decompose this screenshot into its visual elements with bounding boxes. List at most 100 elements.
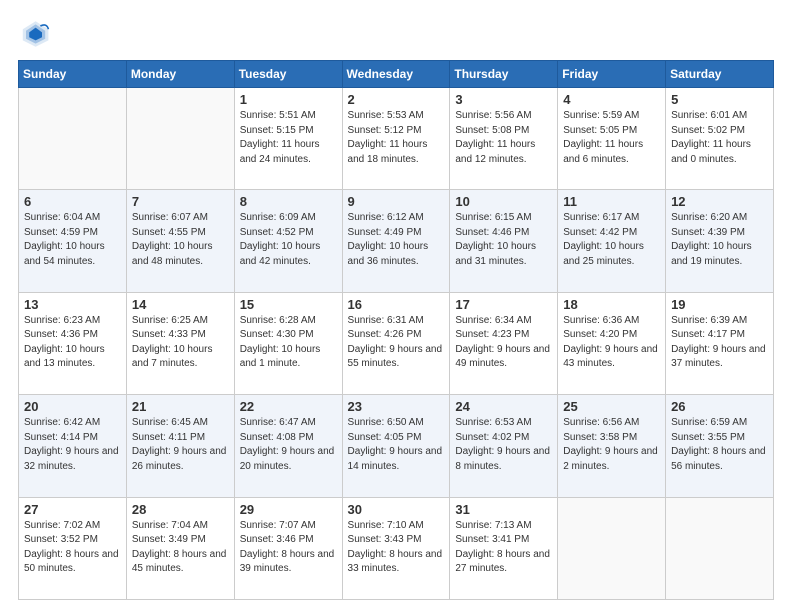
day-number: 28 (132, 502, 229, 517)
day-number: 5 (671, 92, 768, 107)
calendar-cell: 31 Sunrise: 7:13 AMSunset: 3:41 PMDayligh… (450, 497, 558, 599)
day-info: Sunrise: 6:59 AMSunset: 3:55 PMDaylight:… (671, 416, 768, 474)
weekday-header-monday: Monday (126, 61, 234, 88)
calendar-cell: 17 Sunrise: 6:34 AMSunset: 4:23 PMDayligh… (450, 292, 558, 394)
day-number: 26 (671, 399, 768, 414)
calendar-cell: 21 Sunrise: 6:45 AMSunset: 4:11 PMDayligh… (126, 395, 234, 497)
day-info: Sunrise: 5:51 AMSunset: 5:15 PMDaylight:… (240, 109, 337, 167)
day-info: Sunrise: 6:50 AMSunset: 4:05 PMDaylight:… (348, 416, 445, 474)
day-info: Sunrise: 6:28 AMSunset: 4:30 PMDaylight:… (240, 314, 337, 372)
day-number: 25 (563, 399, 660, 414)
day-info: Sunrise: 6:34 AMSunset: 4:23 PMDaylight:… (455, 314, 552, 372)
day-number: 14 (132, 297, 229, 312)
calendar-cell: 22 Sunrise: 6:47 AMSunset: 4:08 PMDayligh… (234, 395, 342, 497)
week-row-5: 27Sunrise: 7:02 AMSunset: 3:52 PMDayligh… (19, 497, 774, 599)
day-info: Sunrise: 6:15 AMSunset: 4:46 PMDaylight:… (455, 211, 552, 269)
week-row-4: 20Sunrise: 6:42 AMSunset: 4:14 PMDayligh… (19, 395, 774, 497)
page: SundayMondayTuesdayWednesdayThursdayFrid… (0, 0, 792, 612)
day-number: 9 (348, 194, 445, 209)
week-row-3: 13 Sunrise: 6:23 AMSunset: 4:36 PMDayligh… (19, 292, 774, 394)
calendar: SundayMondayTuesdayWednesdayThursdayFrid… (18, 60, 774, 600)
day-info: Sunrise: 6:01 AMSunset: 5:02 PMDaylight:… (671, 109, 768, 167)
weekday-header-sunday: Sunday (19, 61, 127, 88)
day-info: Sunrise: 6:47 AMSunset: 4:08 PMDaylight:… (240, 416, 337, 474)
day-info: Sunrise: 7:10 AMSunset: 3:43 PMDaylight:… (348, 519, 445, 577)
calendar-cell: 29Sunrise: 7:07 AMSunset: 3:46 PMDayligh… (234, 497, 342, 599)
day-info: Sunrise: 6:53 AMSunset: 4:02 PMDaylight:… (455, 416, 552, 474)
day-info: Sunrise: 5:59 AMSunset: 5:05 PMDaylight:… (563, 109, 660, 167)
day-number: 8 (240, 194, 337, 209)
day-number: 31 (455, 502, 552, 517)
calendar-cell: 3Sunrise: 5:56 AMSunset: 5:08 PMDaylight… (450, 88, 558, 190)
calendar-cell (666, 497, 774, 599)
day-number: 18 (563, 297, 660, 312)
day-info: Sunrise: 7:13 AMSunset: 3:41 PMDaylight:… (455, 519, 552, 577)
calendar-cell: 12Sunrise: 6:20 AMSunset: 4:39 PMDayligh… (666, 190, 774, 292)
calendar-cell: 25 Sunrise: 6:56 AMSunset: 3:58 PMDayligh… (558, 395, 666, 497)
calendar-cell (126, 88, 234, 190)
day-number: 6 (24, 194, 121, 209)
header (18, 18, 774, 50)
calendar-cell: 11 Sunrise: 6:17 AMSunset: 4:42 PMDayligh… (558, 190, 666, 292)
calendar-cell: 26 Sunrise: 6:59 AMSunset: 3:55 PMDayligh… (666, 395, 774, 497)
calendar-cell: 20Sunrise: 6:42 AMSunset: 4:14 PMDayligh… (19, 395, 127, 497)
day-info: Sunrise: 6:45 AMSunset: 4:11 PMDaylight:… (132, 416, 229, 474)
day-info: Sunrise: 6:07 AMSunset: 4:55 PMDaylight:… (132, 211, 229, 269)
calendar-cell: 18 Sunrise: 6:36 AMSunset: 4:20 PMDayligh… (558, 292, 666, 394)
day-number: 22 (240, 399, 337, 414)
calendar-cell: 6 Sunrise: 6:04 AMSunset: 4:59 PMDaylight… (19, 190, 127, 292)
day-info: Sunrise: 6:36 AMSunset: 4:20 PMDaylight:… (563, 314, 660, 372)
calendar-cell: 7 Sunrise: 6:07 AMSunset: 4:55 PMDaylight… (126, 190, 234, 292)
day-number: 17 (455, 297, 552, 312)
weekday-header-friday: Friday (558, 61, 666, 88)
calendar-cell: 24 Sunrise: 6:53 AMSunset: 4:02 PMDayligh… (450, 395, 558, 497)
day-number: 7 (132, 194, 229, 209)
day-number: 24 (455, 399, 552, 414)
week-row-2: 6 Sunrise: 6:04 AMSunset: 4:59 PMDaylight… (19, 190, 774, 292)
calendar-cell: 4 Sunrise: 5:59 AMSunset: 5:05 PMDaylight… (558, 88, 666, 190)
day-number: 1 (240, 92, 337, 107)
calendar-cell: 1 Sunrise: 5:51 AMSunset: 5:15 PMDaylight… (234, 88, 342, 190)
calendar-cell: 19Sunrise: 6:39 AMSunset: 4:17 PMDayligh… (666, 292, 774, 394)
day-info: Sunrise: 7:07 AMSunset: 3:46 PMDaylight:… (240, 519, 337, 577)
weekday-header-tuesday: Tuesday (234, 61, 342, 88)
calendar-cell: 27Sunrise: 7:02 AMSunset: 3:52 PMDayligh… (19, 497, 127, 599)
day-info: Sunrise: 6:56 AMSunset: 3:58 PMDaylight:… (563, 416, 660, 474)
calendar-cell: 16Sunrise: 6:31 AMSunset: 4:26 PMDayligh… (342, 292, 450, 394)
weekday-header-wednesday: Wednesday (342, 61, 450, 88)
weekday-header-row: SundayMondayTuesdayWednesdayThursdayFrid… (19, 61, 774, 88)
day-number: 23 (348, 399, 445, 414)
logo (18, 18, 54, 50)
day-info: Sunrise: 6:39 AMSunset: 4:17 PMDaylight:… (671, 314, 768, 372)
calendar-cell (19, 88, 127, 190)
day-info: Sunrise: 7:04 AMSunset: 3:49 PMDaylight:… (132, 519, 229, 577)
calendar-cell: 8Sunrise: 6:09 AMSunset: 4:52 PMDaylight… (234, 190, 342, 292)
logo-icon (18, 18, 50, 50)
day-number: 27 (24, 502, 121, 517)
day-number: 2 (348, 92, 445, 107)
calendar-cell: 23 Sunrise: 6:50 AMSunset: 4:05 PMDayligh… (342, 395, 450, 497)
day-info: Sunrise: 6:23 AMSunset: 4:36 PMDaylight:… (24, 314, 121, 372)
calendar-cell: 13 Sunrise: 6:23 AMSunset: 4:36 PMDayligh… (19, 292, 127, 394)
day-number: 11 (563, 194, 660, 209)
calendar-cell: 10Sunrise: 6:15 AMSunset: 4:46 PMDayligh… (450, 190, 558, 292)
day-number: 13 (24, 297, 121, 312)
day-info: Sunrise: 6:31 AMSunset: 4:26 PMDaylight:… (348, 314, 445, 372)
day-info: Sunrise: 6:20 AMSunset: 4:39 PMDaylight:… (671, 211, 768, 269)
day-info: Sunrise: 5:56 AMSunset: 5:08 PMDaylight:… (455, 109, 552, 167)
day-info: Sunrise: 6:12 AMSunset: 4:49 PMDaylight:… (348, 211, 445, 269)
calendar-cell: 30 Sunrise: 7:10 AMSunset: 3:43 PMDayligh… (342, 497, 450, 599)
day-info: Sunrise: 6:04 AMSunset: 4:59 PMDaylight:… (24, 211, 121, 269)
day-info: Sunrise: 6:17 AMSunset: 4:42 PMDaylight:… (563, 211, 660, 269)
day-number: 4 (563, 92, 660, 107)
weekday-header-thursday: Thursday (450, 61, 558, 88)
calendar-cell: 28 Sunrise: 7:04 AMSunset: 3:49 PMDayligh… (126, 497, 234, 599)
day-info: Sunrise: 6:25 AMSunset: 4:33 PMDaylight:… (132, 314, 229, 372)
calendar-cell: 2Sunrise: 5:53 AMSunset: 5:12 PMDaylight… (342, 88, 450, 190)
day-number: 15 (240, 297, 337, 312)
day-number: 30 (348, 502, 445, 517)
day-number: 21 (132, 399, 229, 414)
weekday-header-saturday: Saturday (666, 61, 774, 88)
calendar-cell: 14 Sunrise: 6:25 AMSunset: 4:33 PMDayligh… (126, 292, 234, 394)
day-number: 20 (24, 399, 121, 414)
